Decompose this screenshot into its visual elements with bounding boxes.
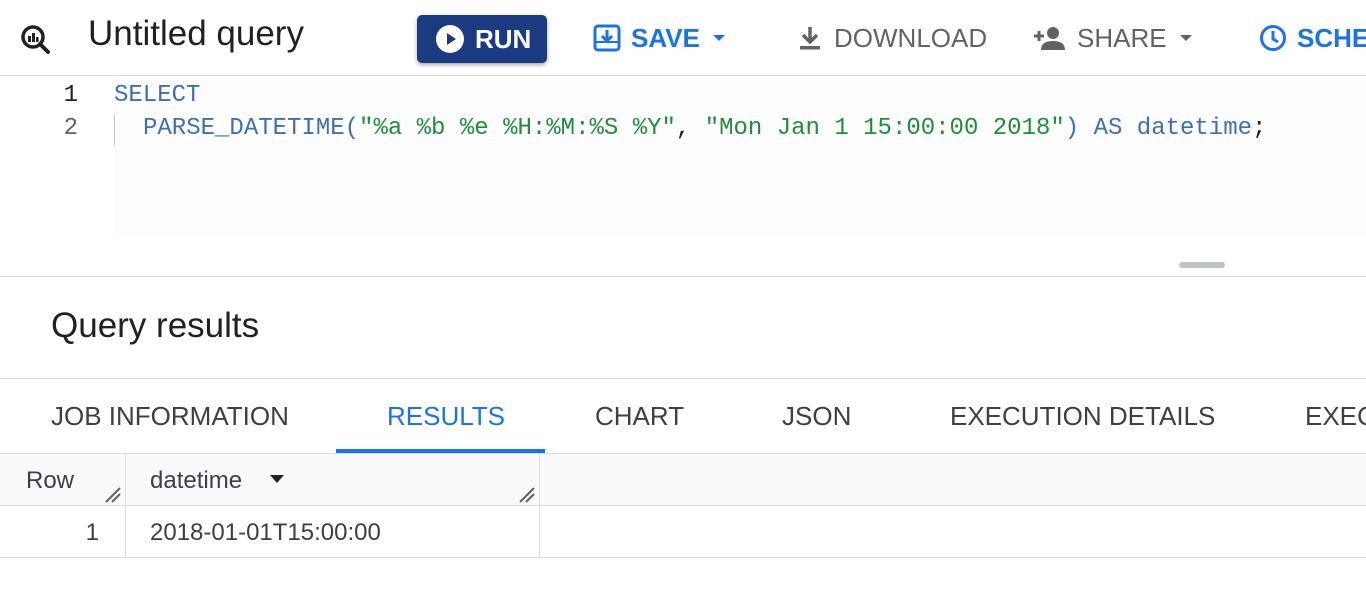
add-person-icon — [1034, 27, 1065, 50]
code-line-1[interactable]: SELECT — [114, 82, 200, 109]
sql-keyword: AS — [1079, 115, 1137, 142]
row-filler — [540, 506, 1366, 558]
download-icon — [800, 27, 820, 50]
query-icon — [21, 25, 50, 54]
save-icon — [593, 24, 621, 52]
sql-paren: ) — [1064, 115, 1080, 142]
sql-editor[interactable]: 1 2 SELECT PARSE_DATETIME("%a %b %e %H:%… — [0, 76, 1366, 277]
save-button[interactable]: SAVE — [593, 20, 728, 56]
tab-execution-graph[interactable]: EXEC — [1305, 379, 1366, 453]
download-button[interactable]: DOWNLOAD — [796, 20, 987, 56]
editor-resize-handle[interactable] — [1179, 262, 1225, 268]
run-button-label: RUN — [475, 23, 532, 54]
active-tab-indicator — [336, 449, 545, 453]
schedule-button-label: SCHE — [1297, 22, 1366, 53]
indent-guide — [114, 115, 115, 145]
save-button-label: SAVE — [631, 22, 700, 53]
sql-terminator: ; — [1252, 115, 1267, 142]
column-header-label: Row — [26, 467, 75, 494]
query-title[interactable]: Untitled query — [88, 14, 304, 54]
sql-function: PARSE_DATETIME( — [143, 115, 360, 142]
tab-chart[interactable]: CHART — [595, 379, 684, 453]
line-number: 2 — [63, 115, 78, 142]
schedule-button[interactable]: SCHE — [1259, 20, 1366, 56]
run-button[interactable]: RUN — [417, 15, 547, 63]
chevron-down-icon[interactable] — [710, 29, 728, 47]
column-resize-icon[interactable] — [518, 486, 536, 504]
share-button-label: SHARE — [1077, 22, 1167, 53]
sql-string: "Mon Jan 1 15:00:00 2018" — [704, 115, 1065, 142]
chevron-down-icon[interactable] — [1177, 29, 1195, 47]
results-title: Query results — [51, 306, 260, 345]
row-number: 1 — [85, 519, 99, 546]
column-header-row[interactable]: Row — [0, 454, 126, 506]
download-button-label: DOWNLOAD — [834, 22, 988, 53]
column-header-datetime[interactable]: datetime — [126, 454, 540, 506]
play-icon — [436, 25, 464, 53]
sql-alias: datetime — [1136, 115, 1253, 142]
tab-results[interactable]: RESULTS — [387, 379, 505, 453]
line-number: 1 — [63, 82, 78, 109]
sql-keyword: SELECT — [114, 82, 201, 109]
clock-icon — [1260, 25, 1286, 51]
column-resize-icon[interactable] — [104, 486, 122, 504]
query-toolbar: Untitled query RUN SAVE DOWNLOAD SHARE S… — [0, 0, 1366, 76]
results-tabs: JOB INFORMATION RESULTS CHART JSON EXECU… — [0, 378, 1366, 454]
share-button[interactable]: SHARE — [1033, 20, 1195, 56]
tab-json[interactable]: JSON — [782, 379, 851, 453]
cell-value: 2018-01-01T15:00:00 — [150, 519, 381, 546]
code-area[interactable] — [114, 76, 1366, 236]
table-cell[interactable]: 2018-01-01T15:00:00 — [126, 506, 540, 558]
tab-job-information[interactable]: JOB INFORMATION — [51, 379, 289, 453]
tab-execution-details[interactable]: EXECUTION DETAILS — [950, 379, 1215, 453]
code-line-2[interactable]: PARSE_DATETIME("%a %b %e %H:%M:%S %Y", "… — [143, 115, 1266, 142]
column-header-label: datetime — [150, 467, 243, 494]
table-row-number: 1 — [0, 506, 126, 558]
header-filler — [540, 454, 1366, 506]
sort-down-icon[interactable] — [268, 472, 286, 486]
sql-separator: , — [675, 115, 705, 142]
sql-string: "%a %b %e %H:%M:%S %Y" — [359, 115, 676, 142]
